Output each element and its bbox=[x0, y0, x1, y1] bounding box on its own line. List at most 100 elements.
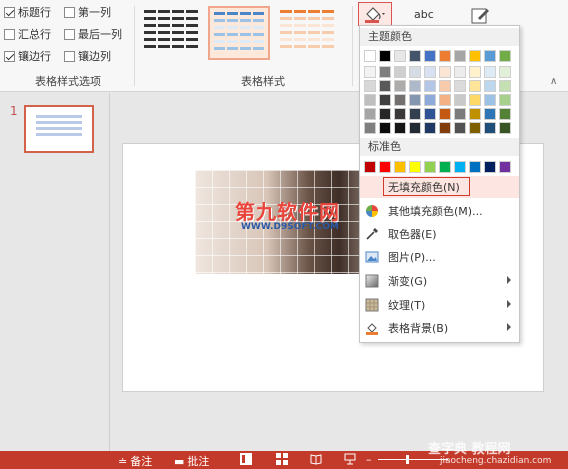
standard-color-swatch[interactable] bbox=[364, 161, 376, 173]
color-swatch[interactable] bbox=[364, 108, 376, 120]
color-swatch[interactable] bbox=[409, 80, 421, 92]
standard-color-swatch[interactable] bbox=[454, 161, 466, 173]
color-swatch[interactable] bbox=[394, 122, 406, 134]
color-swatch[interactable] bbox=[469, 66, 481, 78]
standard-color-swatch[interactable] bbox=[439, 161, 451, 173]
color-swatch[interactable] bbox=[379, 122, 391, 134]
color-swatch[interactable] bbox=[499, 66, 511, 78]
standard-color-swatch[interactable] bbox=[484, 161, 496, 173]
color-swatch[interactable] bbox=[409, 108, 421, 120]
text-effects-button[interactable]: abc bbox=[414, 8, 434, 21]
color-swatch[interactable] bbox=[454, 66, 466, 78]
color-swatch[interactable] bbox=[469, 50, 481, 62]
color-swatch[interactable] bbox=[379, 50, 391, 62]
color-swatch[interactable] bbox=[469, 122, 481, 134]
color-swatch[interactable] bbox=[379, 108, 391, 120]
color-swatch[interactable] bbox=[439, 80, 451, 92]
color-swatch[interactable] bbox=[394, 50, 406, 62]
color-swatch[interactable] bbox=[379, 80, 391, 92]
table-style-blue-selected[interactable] bbox=[208, 6, 270, 60]
color-swatch[interactable] bbox=[454, 94, 466, 106]
color-swatch[interactable] bbox=[394, 108, 406, 120]
color-swatch[interactable] bbox=[379, 94, 391, 106]
first-column-checkbox[interactable]: 第一列 bbox=[64, 4, 111, 20]
color-swatch[interactable] bbox=[439, 50, 451, 62]
color-swatch[interactable] bbox=[469, 108, 481, 120]
color-swatch[interactable] bbox=[499, 80, 511, 92]
color-swatch[interactable] bbox=[424, 122, 436, 134]
color-swatch[interactable] bbox=[409, 122, 421, 134]
standard-color-swatch[interactable] bbox=[379, 161, 391, 173]
gradient-item[interactable]: 渐变(G) bbox=[360, 270, 519, 292]
notes-button[interactable]: ≐ 备注 bbox=[118, 453, 152, 469]
color-swatch[interactable] bbox=[484, 122, 496, 134]
texture-item[interactable]: 纹理(T) bbox=[360, 294, 519, 316]
standard-color-swatch[interactable] bbox=[424, 161, 436, 173]
color-swatch[interactable] bbox=[439, 94, 451, 106]
checkbox-unchecked[interactable] bbox=[64, 50, 75, 62]
checkbox-unchecked[interactable] bbox=[64, 6, 75, 18]
color-swatch[interactable] bbox=[484, 108, 496, 120]
color-swatch[interactable] bbox=[409, 50, 421, 62]
color-swatch[interactable] bbox=[499, 94, 511, 106]
comments-button[interactable]: ▬ 批注 bbox=[174, 453, 209, 469]
banded-rows-checkbox[interactable]: 镶边行 bbox=[4, 48, 51, 64]
color-swatch[interactable] bbox=[379, 66, 391, 78]
color-swatch[interactable] bbox=[499, 50, 511, 62]
slide-sorter-button[interactable] bbox=[276, 453, 288, 465]
color-swatch[interactable] bbox=[454, 50, 466, 62]
checkbox-unchecked[interactable] bbox=[64, 28, 75, 40]
zoom-out-button[interactable]: – bbox=[366, 453, 372, 466]
color-swatch[interactable] bbox=[499, 108, 511, 120]
table-style-orange[interactable] bbox=[276, 6, 338, 60]
color-swatch[interactable] bbox=[439, 122, 451, 134]
color-swatch[interactable] bbox=[394, 94, 406, 106]
checkbox-unchecked[interactable] bbox=[4, 28, 15, 40]
color-swatch[interactable] bbox=[439, 66, 451, 78]
zoom-slider-thumb[interactable] bbox=[406, 455, 409, 464]
eyedropper-item[interactable]: 取色器(E) bbox=[360, 223, 519, 245]
standard-color-swatch[interactable] bbox=[394, 161, 406, 173]
color-swatch[interactable] bbox=[364, 122, 376, 134]
normal-view-button[interactable] bbox=[240, 453, 252, 465]
color-swatch[interactable] bbox=[424, 94, 436, 106]
color-swatch[interactable] bbox=[409, 66, 421, 78]
last-column-checkbox[interactable]: 最后一列 bbox=[64, 26, 122, 42]
table-style-plain[interactable] bbox=[140, 6, 202, 60]
color-swatch[interactable] bbox=[484, 94, 496, 106]
reading-view-button[interactable] bbox=[310, 453, 322, 465]
color-swatch[interactable] bbox=[454, 80, 466, 92]
color-swatch[interactable] bbox=[364, 80, 376, 92]
color-swatch[interactable] bbox=[484, 66, 496, 78]
slideshow-button[interactable] bbox=[344, 453, 356, 465]
table-background-item[interactable]: 表格背景(B) bbox=[360, 317, 519, 339]
color-swatch[interactable] bbox=[454, 108, 466, 120]
color-swatch[interactable] bbox=[424, 50, 436, 62]
zoom-slider-track[interactable] bbox=[378, 459, 448, 460]
shading-button[interactable] bbox=[358, 2, 392, 26]
color-swatch[interactable] bbox=[424, 66, 436, 78]
color-swatch[interactable] bbox=[484, 50, 496, 62]
total-row-checkbox[interactable]: 汇总行 bbox=[4, 26, 51, 42]
color-swatch[interactable] bbox=[394, 66, 406, 78]
color-swatch[interactable] bbox=[439, 108, 451, 120]
color-swatch[interactable] bbox=[484, 80, 496, 92]
color-swatch[interactable] bbox=[469, 94, 481, 106]
color-swatch[interactable] bbox=[409, 94, 421, 106]
color-swatch[interactable] bbox=[469, 80, 481, 92]
color-swatch[interactable] bbox=[364, 50, 376, 62]
standard-color-swatch[interactable] bbox=[499, 161, 511, 173]
color-swatch[interactable] bbox=[394, 80, 406, 92]
standard-color-swatch[interactable] bbox=[469, 161, 481, 173]
more-fill-colors-item[interactable]: 其他填充颜色(M)... bbox=[360, 200, 519, 222]
banded-columns-checkbox[interactable]: 镶边列 bbox=[64, 48, 111, 64]
color-swatch[interactable] bbox=[424, 108, 436, 120]
standard-color-swatch[interactable] bbox=[409, 161, 421, 173]
color-swatch[interactable] bbox=[424, 80, 436, 92]
picture-fill-item[interactable]: 图片(P)... bbox=[360, 246, 519, 268]
color-swatch[interactable] bbox=[499, 122, 511, 134]
checkbox-checked[interactable] bbox=[4, 6, 15, 18]
collapse-ribbon-button[interactable]: ∧ bbox=[550, 76, 557, 87]
color-swatch[interactable] bbox=[364, 66, 376, 78]
color-swatch[interactable] bbox=[454, 122, 466, 134]
